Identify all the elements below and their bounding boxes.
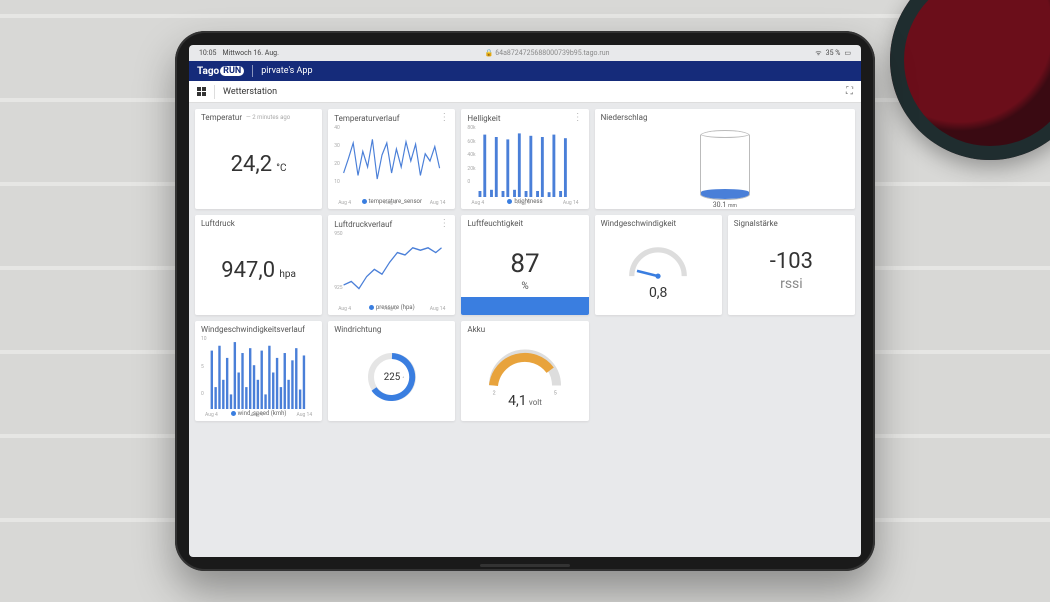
card-windverlauf: Windgeschwindigkeitsverlauf 1050 Aug 4Au…	[195, 321, 322, 421]
svg-text:2: 2	[493, 390, 496, 396]
svg-text:°: °	[402, 376, 404, 382]
status-right: ᯤ 35 % ▭	[815, 49, 851, 58]
chart-brightness[interactable]: 80k60k40k20k0 Aug 4Aug 9Aug 14	[467, 125, 582, 197]
more-icon[interactable]: ⋮	[573, 113, 583, 123]
svg-text:225: 225	[384, 372, 401, 383]
chart-temperature[interactable]: 40302010 Aug 4Aug 9Aug 14	[334, 125, 449, 197]
battery-percent: 35 %	[826, 49, 841, 57]
tab-wetterstation[interactable]: Wetterstation	[223, 87, 277, 97]
tablet-frame: 10:05 Mittwoch 16. Aug. 🔒 64a87247256880…	[175, 31, 875, 571]
header-divider	[252, 65, 253, 77]
card-temperaturverlauf: Temperaturverlauf⋮ 40302010 Aug 4Aug 9Au…	[328, 109, 455, 209]
more-icon[interactable]: ⋮	[439, 219, 449, 229]
card-temperatur: Temperatur— 2 minutes ago 24,2 °C	[195, 109, 322, 209]
toolbar: Wetterstation ⛶	[189, 81, 861, 103]
humidity-bar	[461, 297, 588, 315]
status-url: 🔒 64a8724725688000739b95.tago.run	[279, 49, 815, 57]
screen: 10:05 Mittwoch 16. Aug. 🔒 64a87247256880…	[189, 45, 861, 557]
grid-icon[interactable]	[197, 87, 206, 96]
status-time: 10:05	[199, 49, 216, 57]
expand-icon[interactable]: ⛶	[846, 86, 853, 97]
wind-direction-ring: 225 °	[334, 336, 449, 417]
more-icon[interactable]: ⋮	[439, 113, 449, 123]
app-header: Tago RUN pirvate's App	[189, 61, 861, 81]
card-luftdruckverlauf: Luftdruckverlauf⋮ 950925 Aug 4Aug 9Aug 1…	[328, 215, 455, 315]
card-windrichtung: Windrichtung 225 °	[328, 321, 455, 421]
card-niederschlag: Niederschlag 16006403200 30.1 mm	[595, 109, 855, 209]
chart-pressure[interactable]: 950925 Aug 4Aug 9Aug 14	[334, 231, 449, 303]
toolbar-divider	[214, 85, 215, 99]
status-bar: 10:05 Mittwoch 16. Aug. 🔒 64a87247256880…	[189, 45, 861, 61]
battery-gauge: 2 5 4,1 volt	[467, 336, 582, 417]
card-akku: Akku 2 5 4,1 volt	[461, 321, 588, 421]
battery-icon: ▭	[844, 49, 851, 57]
wind-gauge: 0,8	[601, 230, 716, 311]
home-indicator[interactable]	[480, 564, 570, 567]
svg-text:5: 5	[554, 390, 557, 396]
wifi-icon: ᯤ	[815, 49, 821, 58]
lock-icon: 🔒	[485, 49, 494, 57]
status-date: Mittwoch 16. Aug.	[222, 49, 279, 57]
tago-logo[interactable]: Tago RUN	[197, 66, 244, 77]
dashboard: Temperatur— 2 minutes ago 24,2 °C Temper…	[189, 103, 861, 427]
card-signalstaerke: Signalstärke -103 rssi	[728, 215, 855, 315]
app-name: pirvate's App	[261, 66, 312, 76]
card-luftdruck: Luftdruck 947,0 hpa	[195, 215, 322, 315]
rain-cylinder: 16006403200 30.1 mm	[601, 124, 849, 205]
decorative-bowl	[890, 0, 1050, 160]
card-windgeschwindigkeit: Windgeschwindigkeit 0,8	[595, 215, 722, 315]
chart-wind[interactable]: 1050 Aug 4Aug 9Aug 14	[201, 336, 316, 409]
card-helligkeit: Helligkeit⋮ 80k60k40k20k0 Aug 4Aug 9Aug …	[461, 109, 588, 209]
card-luftfeuchtigkeit: Luftfeuchtigkeit 87 %	[461, 215, 588, 315]
